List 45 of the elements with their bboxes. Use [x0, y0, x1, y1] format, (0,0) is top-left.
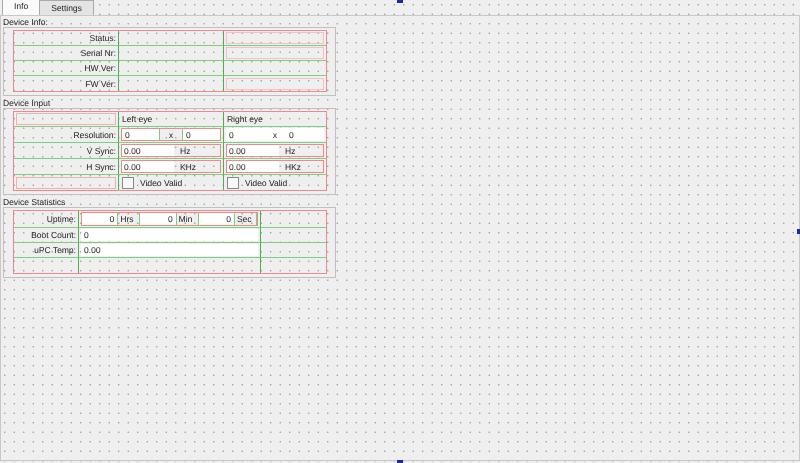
value-field[interactable]: 0.00 — [122, 161, 174, 172]
field-label: V Sync: — [14, 143, 118, 159]
value-field[interactable]: 0.00 — [227, 161, 279, 172]
column-header: Left eye — [118, 112, 223, 127]
value-field[interactable]: 0 — [82, 213, 118, 225]
value-field[interactable] — [226, 47, 324, 59]
value-field[interactable] — [226, 32, 324, 44]
unit-label: Hz — [179, 145, 190, 156]
resize-handle[interactable] — [397, 460, 403, 463]
separator-label: x — [168, 129, 174, 140]
resize-handle[interactable] — [797, 229, 800, 234]
checkbox-label[interactable]: Video Valid — [140, 178, 182, 188]
unit-label: HKz — [284, 161, 302, 172]
unit-label: KHz — [179, 161, 196, 172]
checkbox-label[interactable]: Video Valid — [245, 178, 288, 188]
value-field[interactable]: 0.00 — [81, 244, 258, 256]
value-field[interactable]: 0.00 — [122, 145, 174, 156]
field-label: Status: — [14, 31, 118, 46]
value-field[interactable]: 0 — [198, 213, 234, 225]
field-label: Boot Count: — [14, 228, 78, 243]
checkbox[interactable] — [122, 176, 134, 188]
unit-label: Hz — [284, 145, 296, 156]
value-field[interactable]: 0.00 — [227, 145, 279, 156]
height-field[interactable]: 0 — [182, 129, 220, 140]
value-field[interactable]: 0 — [140, 213, 176, 225]
field-label: Serial Nr: — [14, 46, 118, 61]
field-label: H Sync: — [14, 159, 118, 175]
value-field[interactable] — [226, 78, 324, 90]
tab[interactable]: Settings — [39, 0, 94, 15]
resize-handle[interactable] — [397, 0, 403, 3]
field-label: Uptime: — [14, 211, 78, 228]
group-title: Device Info: — [3, 17, 48, 27]
field-label: Resolution: — [14, 127, 118, 143]
checkbox[interactable] — [227, 176, 239, 188]
separator-label: x — [272, 128, 278, 141]
unit-label: Sec — [234, 213, 258, 225]
group-title: Device Statistics — [3, 197, 66, 207]
group-title: Device Input — [3, 98, 50, 108]
tab[interactable]: Info — [2, 0, 40, 15]
field-label: uPC Temp: — [14, 243, 78, 258]
value-field[interactable]: 0 — [81, 229, 258, 241]
column-header: Right eye — [223, 112, 326, 127]
width-field[interactable]: 0 — [122, 129, 160, 140]
field-label: HW Ver: — [14, 61, 118, 76]
field-label: FW Ver: — [84, 78, 117, 90]
